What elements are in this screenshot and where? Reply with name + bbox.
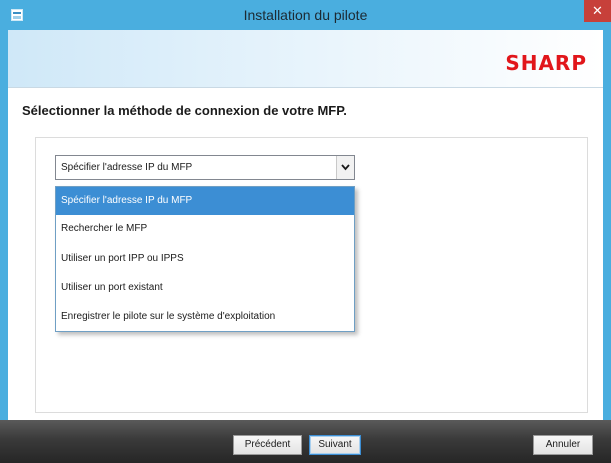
cancel-button[interactable]: Annuler — [533, 435, 593, 455]
instruction-text: Sélectionner la méthode de connexion de … — [22, 103, 347, 118]
combo-selected-value: Spécifier l'adresse IP du MFP — [61, 162, 193, 173]
option-specify-ip[interactable]: Spécifier l'adresse IP du MFP — [56, 187, 354, 215]
footer-bar: Précédent Suivant Annuler — [0, 420, 611, 463]
connection-method-dropdown: Spécifier l'adresse IP du MFP Rechercher… — [55, 186, 355, 332]
close-button[interactable]: ✕ — [584, 0, 611, 22]
chevron-down-icon — [341, 164, 350, 171]
connection-method-combo[interactable]: Spécifier l'adresse IP du MFP — [55, 155, 355, 180]
next-button[interactable]: Suivant — [309, 435, 361, 455]
header-band: SHARP — [8, 30, 603, 88]
option-ipp-port[interactable]: Utiliser un port IPP ou IPPS — [56, 245, 354, 273]
window-title: Installation du pilote — [243, 7, 368, 23]
installer-window: Installation du pilote ✕ SHARP Sélection… — [0, 0, 611, 463]
option-register-driver[interactable]: Enregistrer le pilote sur le système d'e… — [56, 303, 354, 331]
title-bar: Installation du pilote ✕ — [0, 0, 611, 30]
sharp-logo: SHARP — [505, 51, 587, 75]
back-button[interactable]: Précédent — [233, 435, 302, 455]
combo-dropdown-button[interactable] — [336, 156, 354, 179]
option-search-mfp[interactable]: Rechercher le MFP — [56, 215, 354, 243]
option-existing-port[interactable]: Utiliser un port existant — [56, 274, 354, 302]
